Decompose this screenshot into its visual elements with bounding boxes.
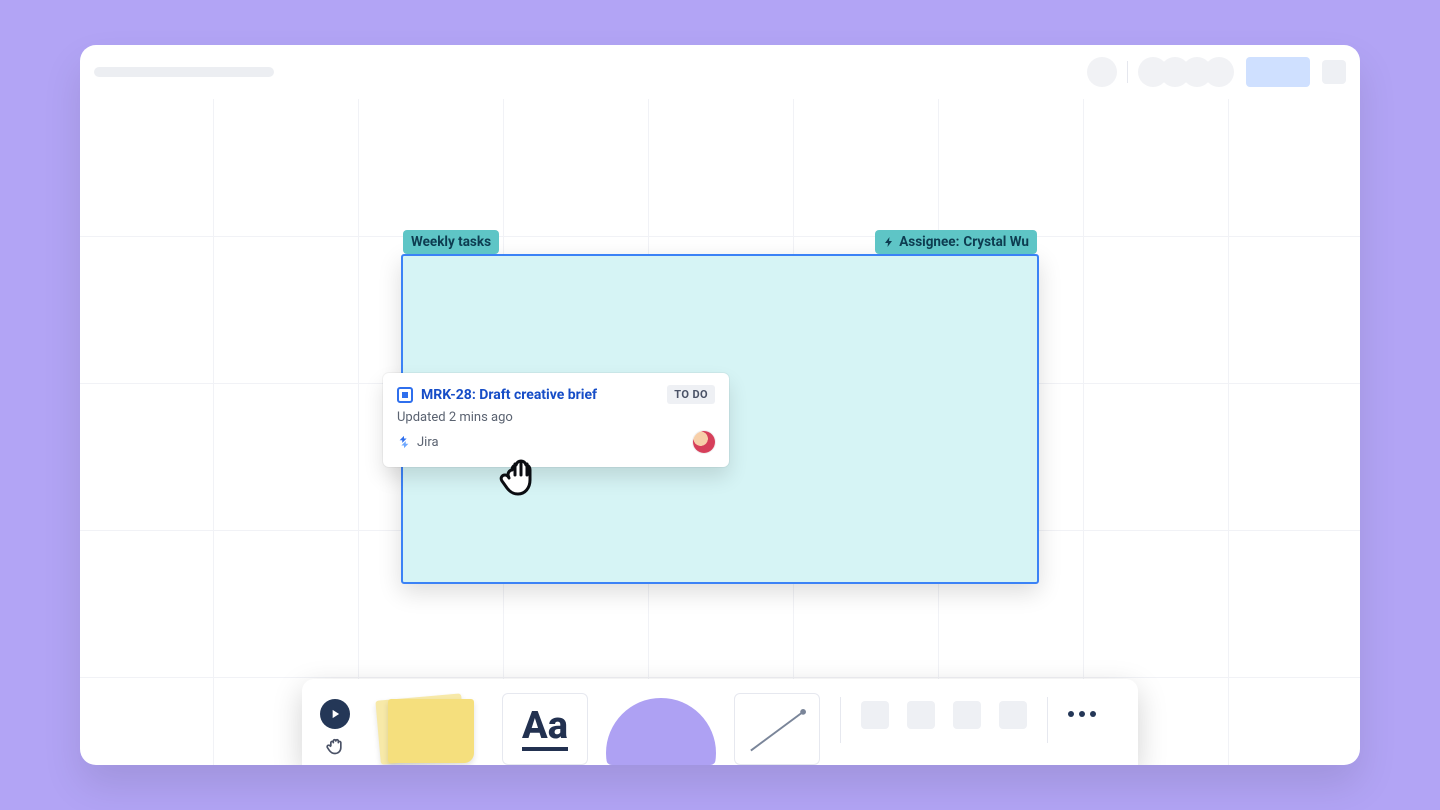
ticket-updated: Updated 2 mins ago xyxy=(397,410,715,425)
line-tool[interactable] xyxy=(734,693,820,765)
section-title: Weekly tasks xyxy=(411,234,491,250)
toolbar-slot[interactable] xyxy=(907,701,935,729)
presence-avatars[interactable] xyxy=(1138,57,1234,87)
ticket-source: Jira xyxy=(397,435,439,450)
topbar-more-button[interactable] xyxy=(1322,60,1346,84)
top-bar xyxy=(80,45,1360,99)
toolbar-more-button[interactable] xyxy=(1068,711,1096,717)
canvas[interactable]: Weekly tasks Assignee: Crystal Wu MRK-28… xyxy=(80,99,1360,765)
whiteboard-window: Weekly tasks Assignee: Crystal Wu MRK-28… xyxy=(80,45,1360,765)
line-icon xyxy=(747,708,807,754)
toolbar-slot[interactable] xyxy=(953,701,981,729)
text-tool-label: Aa xyxy=(522,707,568,751)
sticky-note-icon xyxy=(388,699,474,763)
shape-circle-icon xyxy=(606,698,716,765)
shape-tool[interactable] xyxy=(606,693,716,765)
presence-avatar[interactable] xyxy=(1204,57,1234,87)
text-tool[interactable]: Aa xyxy=(502,693,588,765)
presence-self-avatar[interactable] xyxy=(1087,57,1117,87)
sticky-note-tool[interactable] xyxy=(368,693,484,765)
topbar-divider xyxy=(1127,61,1128,83)
ticket-title[interactable]: MRK-28: Draft creative brief xyxy=(421,387,659,403)
ticket-assignee-avatar[interactable] xyxy=(693,431,715,453)
section-title-tag[interactable]: Weekly tasks xyxy=(403,230,499,254)
toolbar-slot[interactable] xyxy=(861,701,889,729)
pointer-tool-group xyxy=(320,699,350,765)
section-smart-prefix: Assignee: xyxy=(899,234,959,250)
jira-icon xyxy=(397,435,411,449)
pointer-tool[interactable] xyxy=(320,699,350,729)
toolbar-slot[interactable] xyxy=(999,701,1027,729)
ticket-status-badge: TO DO xyxy=(667,385,715,404)
section-smart-tag[interactable]: Assignee: Crystal Wu xyxy=(875,230,1037,254)
toolbar-divider xyxy=(1047,697,1048,743)
lightning-icon xyxy=(883,235,895,249)
share-button[interactable] xyxy=(1246,57,1310,87)
hand-tool[interactable] xyxy=(324,735,346,757)
bottom-toolbar: Aa xyxy=(302,679,1138,765)
section-smart-value: Crystal Wu xyxy=(963,234,1029,250)
jira-story-icon xyxy=(397,387,413,403)
toolbar-divider xyxy=(840,697,841,743)
jira-ticket-card[interactable]: MRK-28: Draft creative brief TO DO Updat… xyxy=(383,373,729,467)
board-title-placeholder[interactable] xyxy=(94,67,274,77)
